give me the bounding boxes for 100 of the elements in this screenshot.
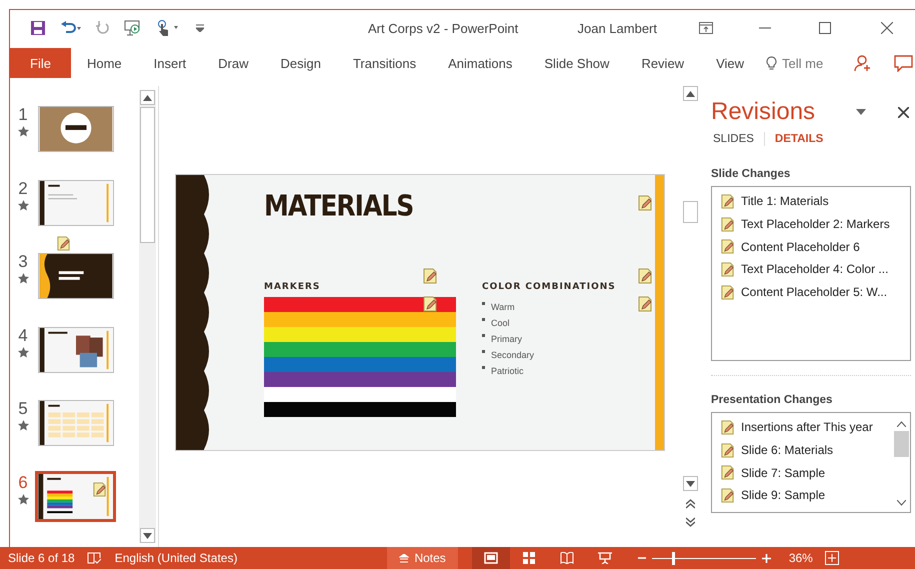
scroll-thumb[interactable] — [140, 107, 155, 243]
slide-number: 2 — [18, 180, 28, 198]
pane-tab[interactable]: DETAILS — [774, 133, 824, 145]
close-icon[interactable] — [881, 22, 893, 34]
pane-title: Revisions — [711, 98, 816, 126]
scroll-up-icon — [686, 90, 694, 96]
notes-button[interactable]: Notes — [387, 547, 458, 569]
scroll-down-button[interactable] — [682, 476, 698, 491]
tell-me-field[interactable]: Tell me — [782, 56, 824, 70]
comment-icon[interactable] — [894, 54, 913, 72]
star-icon — [18, 200, 28, 210]
section-heading: Presentation Changes — [711, 394, 832, 406]
pencil-note-icon — [422, 268, 438, 284]
bullet-icon — [482, 350, 485, 353]
lightbulb-icon — [766, 56, 778, 70]
view-button[interactable] — [472, 547, 510, 569]
ribbon-tab[interactable]: Transitions — [336, 48, 432, 78]
ribbon-tab[interactable]: View — [700, 48, 760, 78]
ribbon-tab[interactable]: Slide Show — [528, 48, 626, 78]
slide-number: 4 — [18, 326, 28, 344]
scroll-up-icon — [143, 94, 152, 100]
change-item[interactable]: Insertions after This year — [741, 420, 873, 434]
maximize-icon[interactable] — [819, 22, 831, 34]
zoom-slider-thumb[interactable] — [672, 552, 675, 564]
change-item[interactable]: Text Placeholder 4: Color ... — [741, 262, 888, 276]
next-slide-icon[interactable] — [686, 517, 694, 527]
change-item[interactable]: Slide 6: Materials — [741, 443, 834, 458]
presenter-icon — [124, 20, 142, 36]
book-icon — [560, 552, 574, 564]
pencil-note-icon — [720, 442, 735, 458]
slide-number: 3 — [18, 253, 28, 271]
scroll-up-button[interactable] — [682, 86, 698, 101]
ribbon-tab[interactable]: Home — [70, 48, 138, 78]
share-person-icon[interactable] — [854, 54, 872, 72]
save-icon — [30, 20, 46, 36]
bullet-text: Warm — [491, 302, 515, 312]
pencil-note-icon — [422, 296, 438, 312]
section-heading: Slide Changes — [711, 168, 790, 180]
bullet-text: Secondary — [491, 350, 534, 360]
pencil-note-icon — [720, 420, 735, 435]
ribbon-tab[interactable]: Draw — [202, 48, 264, 78]
slide-heading: COLOR COMBINATIONS — [482, 282, 616, 292]
bullet-icon — [482, 334, 485, 337]
ribbon-tab[interactable]: Review — [625, 48, 700, 78]
window-title: Art Corps v2 - PowerPoint — [368, 20, 520, 36]
previous-slide-icon[interactable] — [686, 499, 694, 509]
star-icon — [18, 494, 28, 504]
dropdown-caret-icon[interactable] — [856, 109, 866, 115]
bullet-text: Patriotic — [491, 366, 524, 376]
pencil-note-icon — [637, 296, 653, 312]
scroll-down-icon — [686, 480, 694, 486]
ribbon-tab[interactable]: Animations — [432, 48, 528, 78]
pencil-note-icon — [637, 195, 653, 211]
pencil-note-icon — [92, 482, 107, 496]
scroll-down-icon[interactable] — [896, 500, 906, 506]
scroll-up-button[interactable] — [140, 90, 155, 105]
star-icon — [18, 273, 28, 284]
bullet-icon — [482, 366, 485, 369]
slide-number: 5 — [18, 400, 28, 418]
scroll-thumb[interactable] — [894, 431, 908, 457]
normal-view-icon — [484, 552, 498, 564]
scroll-down-icon — [143, 532, 152, 538]
redo-icon — [96, 21, 110, 35]
change-item[interactable]: Content Placeholder 5: W... — [741, 285, 888, 300]
change-item[interactable]: Title 1: Materials — [741, 194, 829, 208]
projector-screen-icon — [598, 552, 612, 564]
notes-icon — [399, 554, 410, 562]
pane-tab[interactable]: SLIDES — [713, 133, 754, 145]
grid-view-icon — [522, 552, 536, 564]
slide-heading: MARKERS — [264, 282, 320, 292]
scroll-down-button[interactable] — [140, 528, 155, 543]
proofing-icon — [86, 552, 101, 564]
zoom-in-icon[interactable] — [762, 554, 771, 562]
star-icon — [18, 346, 28, 358]
pencil-note-icon — [720, 488, 735, 503]
customize-icon — [196, 24, 204, 32]
slide-number: 6 — [18, 474, 28, 492]
user-name: Joan Lambert — [578, 20, 657, 36]
ribbon-tab[interactable]: Design — [264, 48, 337, 78]
slide-count: Slide 6 of 18 — [8, 551, 75, 565]
change-item[interactable]: Slide 7: Sample — [741, 466, 826, 480]
bullet-icon — [482, 318, 485, 321]
slide-number: 1 — [18, 106, 28, 124]
pencil-note-icon — [720, 216, 735, 232]
pencil-note-icon — [720, 262, 735, 277]
change-item[interactable]: Slide 9: Sample — [741, 488, 826, 502]
fit-slide-icon[interactable] — [824, 551, 839, 565]
close-icon[interactable] — [898, 106, 909, 118]
zoom-out-icon[interactable] — [638, 554, 646, 562]
zoom-percent[interactable]: 36% — [788, 551, 813, 565]
change-item[interactable]: Content Placeholder 6 — [741, 240, 860, 254]
scroll-up-icon[interactable] — [896, 421, 906, 427]
ribbon-tab[interactable]: Insert — [138, 48, 202, 78]
scroll-thumb[interactable] — [682, 201, 698, 223]
slide-title: MATERIALS — [264, 189, 414, 222]
pencil-note-icon — [56, 236, 71, 250]
pencil-note-icon — [720, 194, 735, 209]
file-tab[interactable]: File — [10, 48, 71, 78]
change-item[interactable]: Text Placeholder 2: Markers — [741, 217, 890, 232]
language-label[interactable]: English (United States) — [114, 551, 238, 565]
